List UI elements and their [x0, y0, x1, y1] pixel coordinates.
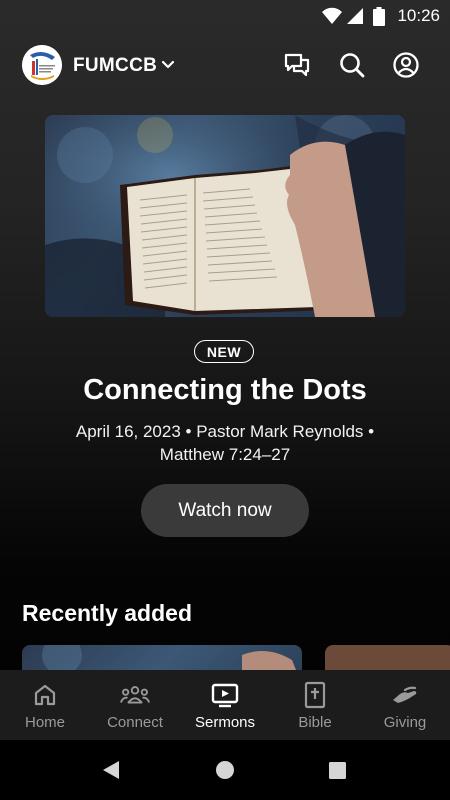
nav-giving-label: Giving	[383, 714, 427, 731]
signal-icon	[347, 8, 363, 24]
account-icon	[393, 52, 419, 78]
back-icon[interactable]	[102, 760, 120, 780]
nav-bible-label: Bible	[298, 714, 332, 731]
status-bar: 10:26	[0, 0, 450, 32]
chat-icon	[284, 53, 310, 77]
sermon-meta-line1: April 16, 2023 • Pastor Mark Reynolds •	[75, 422, 375, 441]
nav-bible[interactable]: Bible	[270, 670, 360, 740]
home-icon	[30, 680, 60, 710]
sermon-hero-image[interactable]	[45, 115, 405, 317]
recently-added-heading: Recently added	[22, 600, 192, 626]
home-circle-icon[interactable]	[216, 761, 234, 779]
sermon-meta-line2: Matthew 7:24–27	[159, 445, 291, 464]
bible-icon	[300, 680, 330, 710]
hand-icon	[390, 680, 420, 710]
chevron-down-icon[interactable]	[160, 57, 176, 73]
sermon-meta: April 16, 2023 • Pastor Mark Reynolds • …	[50, 420, 400, 466]
group-icon	[120, 680, 150, 710]
search-icon	[340, 53, 365, 78]
new-badge: NEW	[194, 340, 254, 363]
bottom-nav: Home Connect Sermons Bible Giving	[0, 670, 450, 740]
search-button[interactable]	[337, 50, 367, 80]
battery-icon	[373, 7, 385, 26]
clock: 10:26	[397, 6, 440, 25]
nav-giving[interactable]: Giving	[360, 670, 450, 740]
bible-reading-image	[45, 115, 405, 317]
logo-mark-icon	[22, 45, 62, 85]
org-name[interactable]: FUMCCB	[73, 55, 157, 77]
system-nav-bar	[0, 740, 450, 800]
app-header: FUMCCB	[0, 40, 450, 92]
nav-home-label: Home	[24, 714, 65, 731]
messages-button[interactable]	[282, 50, 312, 80]
profile-button[interactable]	[391, 50, 421, 80]
nav-connect-label: Connect	[107, 714, 163, 731]
watch-now-button[interactable]: Watch now	[141, 484, 309, 537]
nav-connect[interactable]: Connect	[90, 670, 180, 740]
wifi-icon	[322, 7, 342, 24]
nav-home[interactable]: Home	[0, 670, 90, 740]
nav-sermons-label: Sermons	[194, 714, 256, 731]
sermon-title[interactable]: Connecting the Dots	[0, 374, 450, 407]
video-icon	[210, 680, 240, 710]
church-logo[interactable]	[22, 45, 62, 85]
recents-icon[interactable]	[329, 762, 346, 779]
nav-sermons[interactable]: Sermons	[180, 670, 270, 740]
